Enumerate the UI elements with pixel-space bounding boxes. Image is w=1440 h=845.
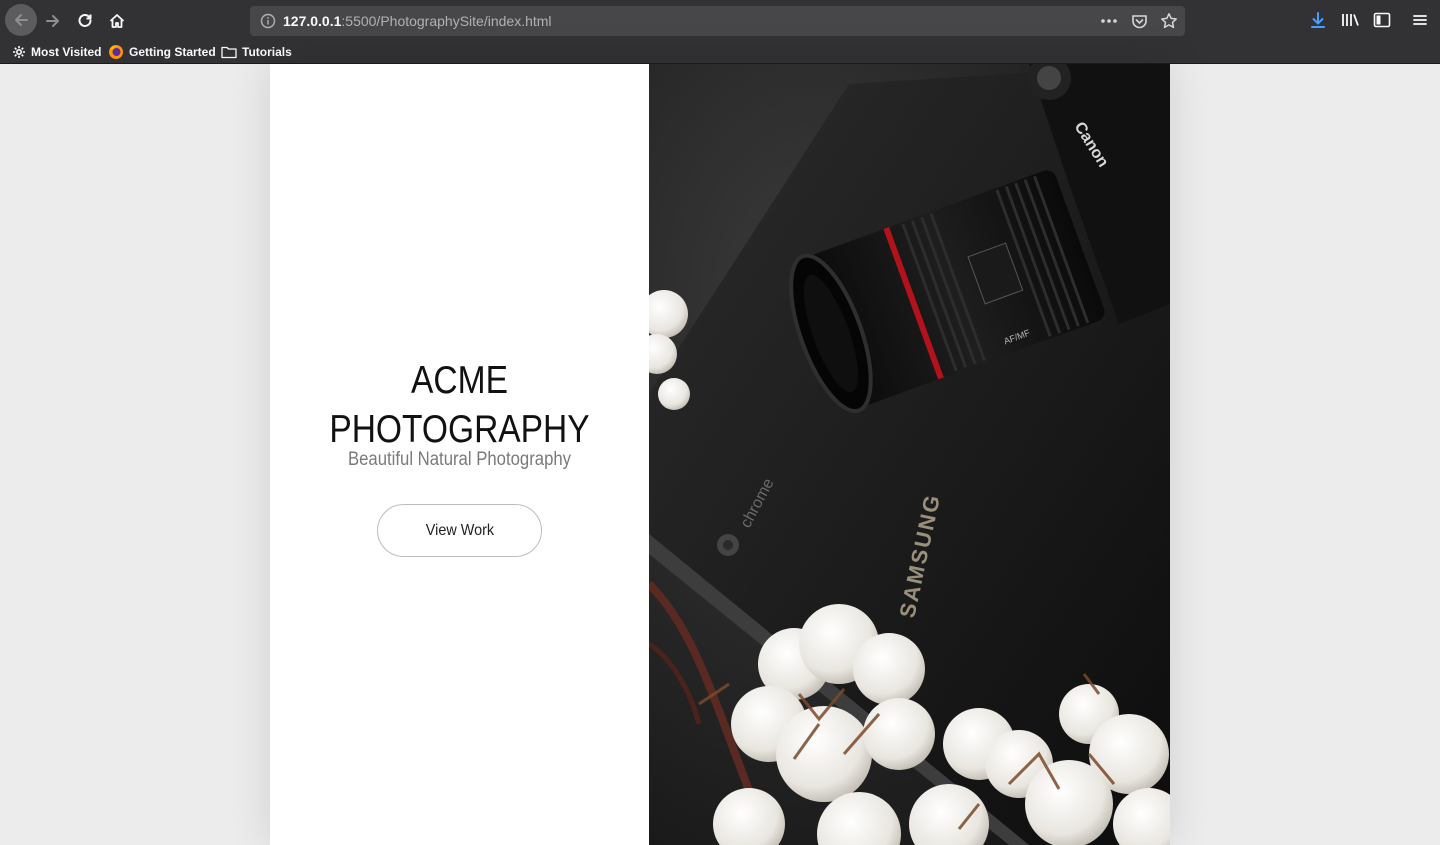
download-icon — [1311, 12, 1325, 28]
bookmarks-toolbar — [0, 40, 1440, 64]
url-bar[interactable]: 127.0.0.1:5500/PhotographySite/index.htm… — [250, 6, 1185, 36]
view-work-label: View Work — [425, 521, 494, 539]
downloads-button[interactable] — [1308, 10, 1328, 30]
site-title-line1: ACME — [411, 359, 508, 402]
home-button[interactable] — [102, 6, 132, 36]
sidebar-button[interactable] — [1372, 10, 1392, 30]
hamburger-icon — [1413, 15, 1427, 25]
site-title-line2: PHOTOGRAPHY — [329, 408, 590, 451]
bookmark-star-icon[interactable] — [1159, 11, 1179, 31]
library-button[interactable] — [1340, 10, 1360, 30]
menu-button[interactable] — [1410, 10, 1430, 30]
site-title: ACME PHOTOGRAPHY — [297, 356, 623, 454]
url-text[interactable]: 127.0.0.1:5500/PhotographySite/index.htm… — [283, 13, 552, 29]
site-tagline: Beautiful Natural Photography — [347, 449, 572, 470]
arrow-right-icon — [46, 15, 59, 27]
back-button[interactable] — [5, 4, 37, 36]
library-icon — [1342, 14, 1359, 26]
bookmark-most-visited[interactable]: Most Visited — [12, 44, 101, 60]
bookmark-getting-started[interactable]: Getting Started — [108, 44, 216, 60]
arrow-left-icon — [15, 14, 28, 26]
url-host: 127.0.0.1 — [283, 13, 342, 29]
pocket-icon[interactable] — [1129, 11, 1149, 31]
hero-panel: ACME PHOTOGRAPHY Beautiful Natural Photo… — [270, 64, 649, 845]
page-viewport: ACME PHOTOGRAPHY Beautiful Natural Photo… — [270, 64, 1170, 845]
camera-laptop-photo: chrome SAMSUNG AF/MF Canon — [649, 64, 1170, 845]
firefox-icon — [109, 45, 123, 59]
bookmark-label: Tutorials — [242, 45, 292, 59]
browser-toolbar: 127.0.0.1:5500/PhotographySite/index.htm… — [0, 0, 1440, 40]
home-icon — [109, 14, 125, 28]
sidebar-icon — [1373, 12, 1391, 28]
folder-icon — [221, 46, 237, 59]
hero-photo: chrome SAMSUNG AF/MF Canon — [649, 64, 1170, 845]
forward-button[interactable] — [38, 6, 68, 36]
bookmark-label: Most Visited — [31, 45, 102, 59]
bookmark-label: Getting Started — [129, 45, 216, 59]
reload-button[interactable] — [70, 6, 100, 36]
gear-icon — [13, 46, 25, 58]
page-actions-icon[interactable] — [1099, 11, 1119, 31]
info-icon[interactable] — [260, 13, 276, 34]
view-work-button[interactable]: View Work — [377, 504, 542, 557]
bookmark-tutorials[interactable]: Tutorials — [221, 44, 292, 60]
url-path: :5500/PhotographySite/index.html — [341, 13, 552, 29]
reload-icon — [78, 14, 92, 27]
